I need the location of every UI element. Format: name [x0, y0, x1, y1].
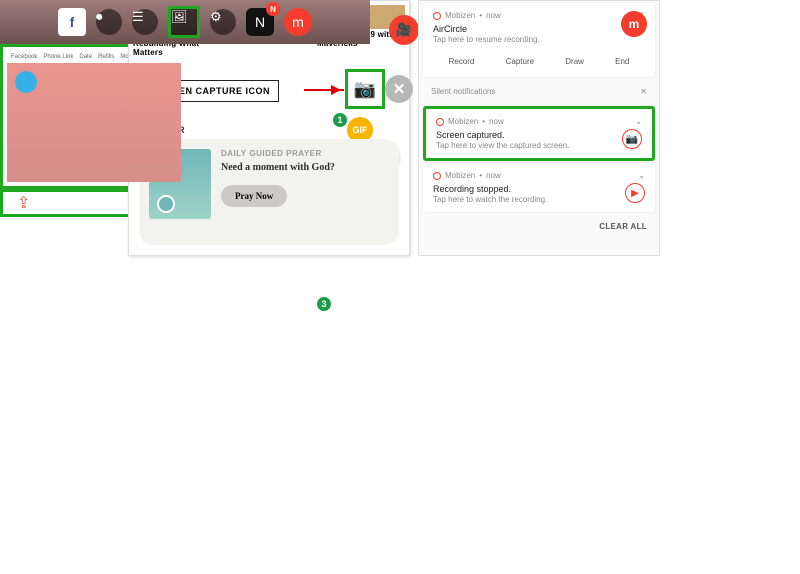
mobizen-dot-icon — [433, 12, 441, 20]
action-record[interactable]: Record — [445, 54, 479, 69]
screen-capture-button[interactable]: 📷 — [345, 69, 385, 109]
prayer-heading: DAILY GUIDED PRAYER — [221, 149, 389, 158]
gallery-icon[interactable]: 🖼 — [168, 6, 200, 38]
action-draw[interactable]: Draw — [561, 54, 588, 69]
play-icon: ▶ — [625, 183, 645, 203]
mobizen-app-icon[interactable]: m — [284, 8, 312, 36]
notif-aircircle[interactable]: Mobizen • now⌃ AirCircle Tap here to res… — [423, 3, 655, 77]
notification-shade: Mobizen • now⌃ AirCircle Tap here to res… — [418, 0, 660, 256]
notif-actions: Record Capture Draw End — [433, 54, 645, 69]
app-shortcut-icon — [15, 71, 37, 93]
action-capture[interactable]: Capture — [502, 54, 538, 69]
expand-icon[interactable]: ⌄ — [635, 117, 642, 126]
clear-all-button[interactable]: CLEAR ALL — [419, 214, 659, 239]
camera-icon: 📷 — [622, 129, 642, 149]
notification-badge: N — [266, 2, 280, 16]
library-icon[interactable]: ☰ — [132, 9, 158, 35]
gallery-screenshot-left[interactable]: FacebookPhone LinkDateRefillsMobizen — [3, 47, 185, 186]
silent-header: Silent notifications✕ — [419, 79, 659, 104]
settings-gear-icon[interactable]: ⚙ — [210, 9, 236, 35]
step-badge-3: 3 — [317, 297, 331, 311]
notif-recording-stopped[interactable]: Mobizen • now⌄ Recording stopped. Tap he… — [423, 163, 655, 212]
netflix-app-icon[interactable]: NN — [246, 8, 274, 36]
step-badge-1: 1 — [333, 113, 347, 127]
expand-icon[interactable]: ⌄ — [638, 171, 645, 180]
close-fab[interactable]: ✕ — [385, 75, 413, 103]
action-end[interactable]: End — [611, 54, 633, 69]
mobizen-dot-icon — [433, 172, 441, 180]
share-icon[interactable]: ⇪ — [17, 193, 30, 213]
record-video-fab[interactable]: 🎥 — [389, 15, 419, 45]
pray-now-button[interactable]: Pray Now — [221, 185, 287, 207]
mobizen-dot-icon — [436, 118, 444, 126]
prayer-text: Need a moment with God? — [221, 162, 389, 173]
camera-icon: 📷 — [354, 79, 376, 100]
arrow-annotation — [304, 89, 344, 91]
close-silent-icon[interactable]: ✕ — [640, 87, 647, 96]
mobizen-app-icon: m — [621, 11, 647, 37]
notif-screen-captured[interactable]: Mobizen • now⌄ Screen captured. Tap here… — [423, 106, 655, 161]
control-dock: f ⏺ ☰ 🖼 ⚙ NN m — [0, 0, 370, 44]
facebook-app-icon[interactable]: f — [58, 8, 86, 36]
record-control-icon[interactable]: ⏺ — [96, 9, 122, 35]
